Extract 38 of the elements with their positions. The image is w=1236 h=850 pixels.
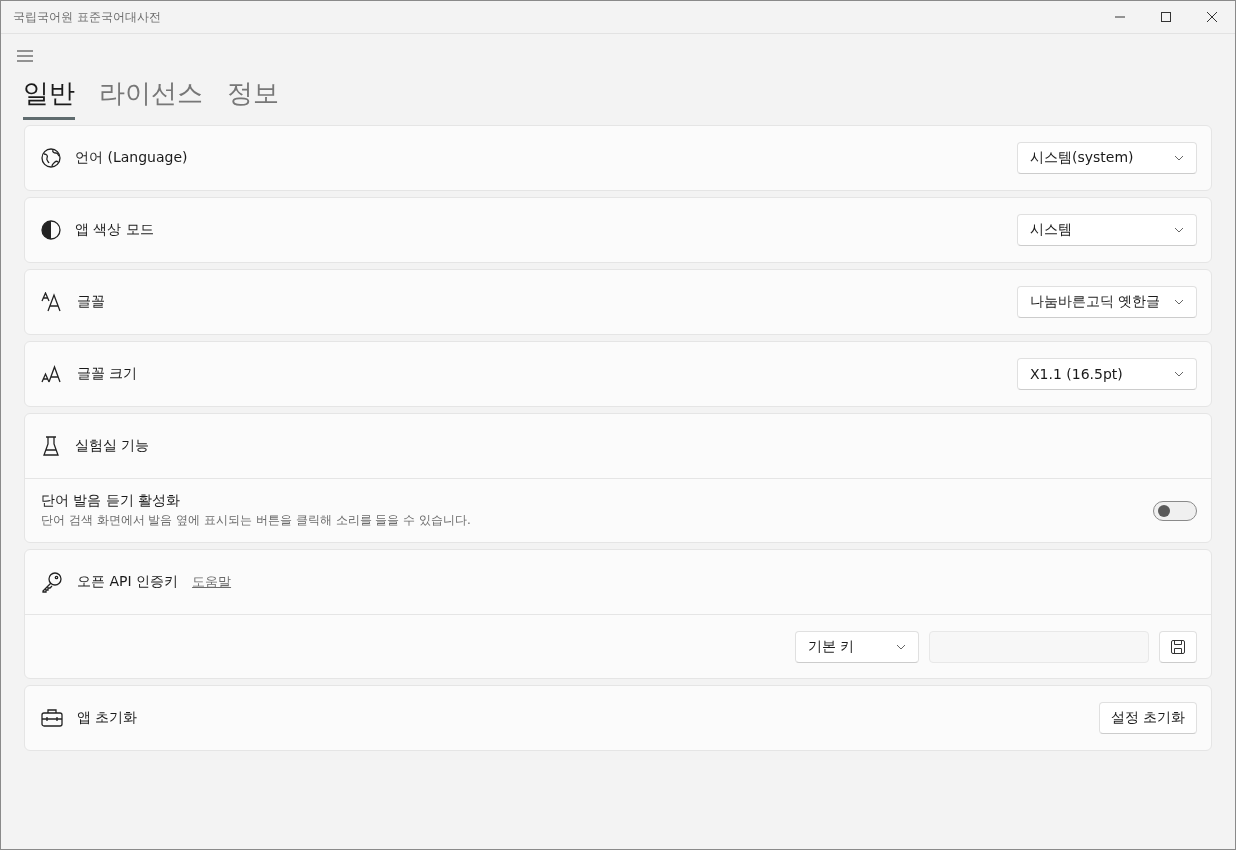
chevron-down-icon (1174, 299, 1184, 305)
maximize-icon (1161, 12, 1171, 22)
setting-label: 앱 색상 모드 (75, 221, 154, 239)
help-link[interactable]: 도움말 (192, 573, 232, 591)
save-button[interactable] (1159, 630, 1197, 663)
tab[interactable]: 일반 (23, 76, 75, 120)
globe-icon (41, 148, 61, 168)
tab[interactable]: 라이선스 (99, 76, 203, 120)
toolbox-icon (41, 708, 63, 728)
reset-button[interactable]: 설정 초기화 (1098, 702, 1197, 734)
chevron-down-icon (1174, 155, 1184, 161)
option-description: 단어 검색 화면에서 발음 옆에 표시되는 버튼을 클릭해 소리를 들을 수 있습니다. (41, 512, 471, 529)
dropdown[interactable]: 시스템(system) (1017, 142, 1197, 174)
setting-label: 글꼴 크기 (77, 365, 138, 383)
setting-label: 오픈 API 인증키 (77, 573, 179, 591)
close-icon (1207, 12, 1217, 22)
flask-icon (41, 436, 61, 456)
font-icon (41, 292, 63, 312)
setting-label: 언어 (Language) (75, 149, 188, 167)
menu-icon (17, 50, 33, 62)
dropdown[interactable]: 나눔바른고딕 옛한글 (1017, 286, 1197, 318)
chevron-down-icon (1174, 371, 1184, 377)
window-title: 국립국어원 표준국어대사전 (13, 8, 161, 26)
toggle-switch[interactable] (1153, 500, 1197, 521)
tab[interactable]: 정보 (227, 76, 279, 120)
chevron-down-icon (896, 643, 906, 650)
key-icon (41, 571, 63, 593)
dropdown[interactable]: 기본 키 (795, 630, 919, 663)
font-size-icon (41, 364, 63, 384)
dropdown[interactable]: 시스템 (1017, 214, 1197, 246)
dropdown[interactable]: X1.1 (16.5pt) (1017, 358, 1197, 390)
setting-label: 앱 초기화 (77, 709, 138, 727)
setting-label: 글꼴 (77, 293, 105, 311)
contrast-icon (41, 220, 61, 240)
save-icon (1171, 639, 1185, 654)
setting-label: 실험실 기능 (75, 437, 150, 455)
chevron-down-icon (1174, 227, 1184, 233)
option-title: 단어 발음 듣기 활성화 (41, 492, 182, 510)
